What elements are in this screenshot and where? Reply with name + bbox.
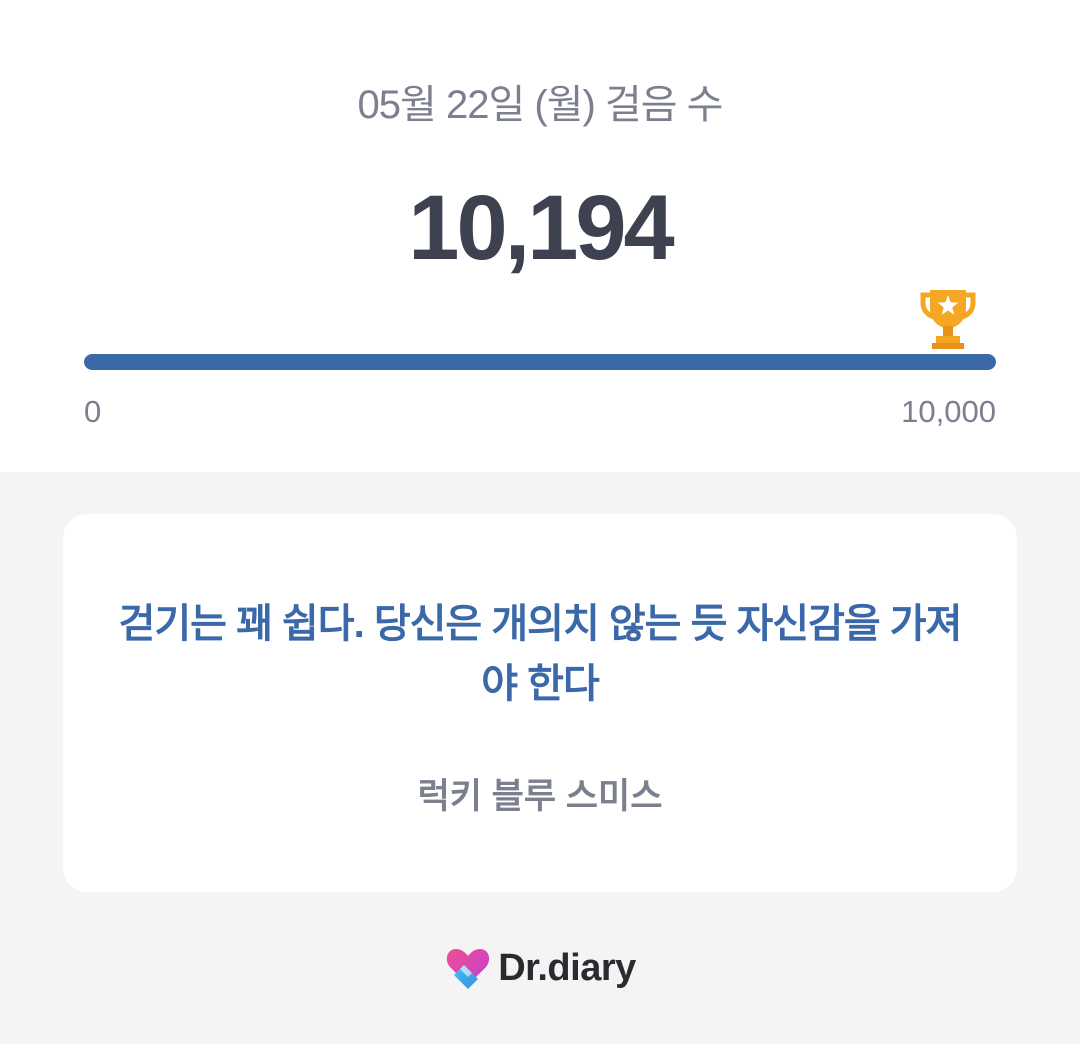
brand-name: Dr.diary: [498, 946, 636, 989]
quote-card: 걷기는 꽤 쉽다. 당신은 개의치 않는 듯 자신감을 가져야 한다 럭키 블루…: [63, 514, 1017, 892]
progress-min-label: 0: [84, 394, 102, 429]
step-summary-section: 05월 22일 (월) 걸음 수 10,194 0 10,000: [0, 0, 1080, 472]
trophy-icon: [920, 290, 976, 349]
quote-text: 걷기는 꽤 쉽다. 당신은 개의치 않는 듯 자신감을 가져야 한다: [118, 602, 963, 706]
date-title: 05월 22일 (월) 걸음 수: [357, 83, 724, 127]
step-count: 10,194: [408, 177, 674, 279]
quote-author: 럭키 블루 스미스: [417, 777, 663, 816]
heart-logo-icon: [447, 949, 490, 989]
step-progress-bar: [84, 354, 996, 370]
progress-max-label: 10,000: [901, 394, 996, 429]
brand-footer: Dr.diary: [0, 942, 1080, 994]
step-progress-fill: [84, 354, 996, 370]
